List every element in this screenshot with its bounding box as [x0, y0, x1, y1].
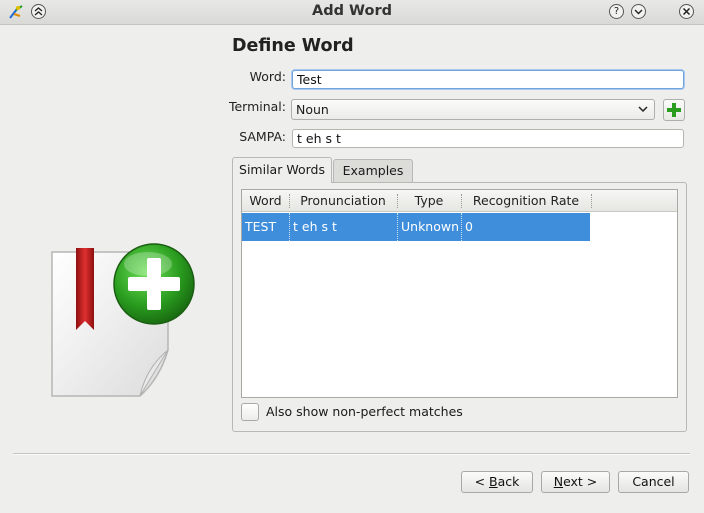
close-icon[interactable]	[679, 4, 694, 19]
next-mnemonic: N	[553, 474, 564, 489]
cell-pronunciation[interactable]: t eh s t	[289, 213, 397, 241]
word-input[interactable]	[292, 70, 684, 89]
help-icon[interactable]: ?	[609, 4, 624, 19]
cell-word[interactable]: TEST	[242, 213, 289, 241]
back-rest: ack	[497, 474, 520, 489]
window-title: Add Word	[312, 3, 392, 19]
word-label: Word:	[249, 69, 286, 84]
column-header-type[interactable]: Type	[397, 190, 461, 212]
column-header-word[interactable]: Word	[242, 190, 289, 212]
sampa-input[interactable]	[292, 129, 684, 148]
back-prefix: <	[474, 474, 490, 489]
cancel-button[interactable]: Cancel	[618, 471, 689, 493]
cell-type[interactable]: Unknown	[397, 213, 461, 241]
footer-separator	[13, 453, 690, 455]
terminal-label: Terminal:	[228, 99, 286, 114]
column-separator[interactable]	[591, 194, 592, 208]
sampa-label: SAMPA:	[239, 129, 286, 144]
non-perfect-matches-label[interactable]: Also show non-perfect matches	[266, 404, 463, 419]
tab-similar-words[interactable]: Similar Words	[232, 157, 332, 183]
page-title: Define Word	[232, 36, 354, 56]
cell-recognition-rate[interactable]: 0	[461, 213, 591, 241]
add-terminal-button[interactable]	[663, 99, 685, 121]
add-word-illustration-icon	[51, 243, 195, 397]
column-separator[interactable]	[461, 194, 462, 208]
title-bar: Add Word ?	[0, 0, 704, 25]
non-perfect-matches-checkbox[interactable]	[241, 403, 259, 421]
back-mnemonic: B	[489, 474, 498, 489]
tab-examples[interactable]: Examples	[333, 159, 413, 182]
add-icon	[667, 103, 681, 117]
dropdown-arrow-icon	[638, 100, 648, 126]
column-separator[interactable]	[397, 194, 398, 208]
column-header-pronunciation[interactable]: Pronunciation	[289, 190, 397, 212]
minimize-icon[interactable]	[631, 4, 646, 19]
terminal-select[interactable]: Noun	[291, 99, 655, 120]
back-button[interactable]: < Back	[461, 471, 533, 493]
next-rest: ext >	[563, 474, 598, 489]
column-separator[interactable]	[289, 194, 290, 208]
terminal-value: Noun	[296, 102, 329, 117]
next-button[interactable]: Next >	[541, 471, 610, 493]
similar-words-table[interactable]: Word Pronunciation Type Recognition Rate…	[241, 189, 678, 398]
column-header-filler	[591, 190, 677, 212]
column-header-recognition-rate[interactable]: Recognition Rate	[461, 190, 591, 212]
